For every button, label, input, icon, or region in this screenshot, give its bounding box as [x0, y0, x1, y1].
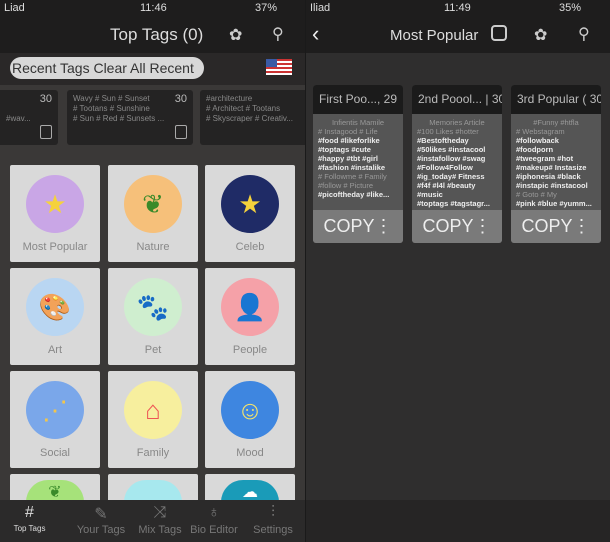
battery: 35% [559, 2, 582, 14]
person-icon: 👤 [221, 278, 279, 336]
bottom-bar [306, 500, 610, 542]
tab-mix-tags[interactable]: ⤨ Mix Tags [132, 504, 188, 536]
paw-icon: 🐾 [124, 278, 182, 336]
star-icon: ★ [26, 175, 84, 233]
copy-button[interactable]: COPY⋮ [313, 210, 403, 243]
house-icon: ⌂ [124, 381, 182, 439]
instagram-icon[interactable] [491, 25, 507, 41]
leaf-icon: ❦ [124, 175, 182, 233]
category-label: Art [47, 344, 63, 356]
search-icon[interactable]: ⚲ [272, 24, 284, 44]
category-tile[interactable]: 🎨 Art [10, 268, 100, 365]
card-tags: #Funny #htfla # Webstagram #followback #foo… [516, 118, 592, 208]
share-icon: ⋰ [26, 381, 84, 439]
category-tile[interactable] [108, 474, 198, 502]
card-header: 2nd Poool... | 30 [412, 85, 502, 114]
recent-card[interactable]: 30 #wav... [0, 90, 58, 145]
clock: 11:49 [444, 2, 471, 14]
category-label: Nature [136, 241, 170, 253]
category-tile[interactable]: ❦ Nature [108, 165, 198, 262]
back-icon[interactable]: ‹ [312, 21, 319, 47]
category-label: Family [136, 447, 170, 459]
blank-icon [124, 480, 182, 502]
top-tags-screen: Liad 11:46 37% Top Tags (0) ✿ ⚲ Recent T… [0, 0, 305, 542]
category-tile[interactable]: ❦ [10, 474, 100, 502]
carrier: Liad [4, 2, 25, 14]
copy-button[interactable]: COPY⋮ [412, 210, 502, 243]
card-tags: Infientis Mamile # Instagood # Life #food … [318, 118, 390, 199]
category-label: People [232, 344, 268, 356]
category-tile[interactable]: ★ Most Popular [10, 165, 100, 262]
tab-your-tags[interactable]: ✎ Your Tags [72, 504, 130, 536]
recent-card[interactable]: 30 #architecture# Architect # Tootans# S… [200, 90, 305, 145]
popular-card: 2nd Poool... | 30 Memories Article #100 Li… [412, 85, 502, 243]
card-header: 3rd Popular ( 30 [511, 85, 601, 114]
category-tile[interactable]: 👤 People [205, 268, 295, 365]
nav-bar: Top Tags (0) ✿ ⚲ [0, 17, 305, 53]
category-label: Celeb [235, 241, 265, 253]
copy-icon[interactable] [175, 125, 187, 139]
carrier: Iliad [310, 2, 331, 14]
palette-icon: 🎨 [26, 278, 84, 336]
status-bar: Liad 11:46 37% [0, 0, 305, 17]
search-icon[interactable]: ⚲ [578, 24, 590, 44]
category-label: Pet [144, 344, 162, 356]
us-flag-icon[interactable] [266, 59, 292, 75]
category-label: Mood [236, 447, 264, 459]
leaf-icon: ❦ [26, 480, 84, 502]
category-tile[interactable]: ☺ Mood [205, 371, 295, 468]
smiley-icon: ☺ [221, 381, 279, 439]
bug-icon[interactable]: ✿ [534, 25, 547, 45]
bug-icon[interactable]: ✿ [229, 25, 242, 45]
more-icon: ⋮ [473, 216, 492, 236]
clear-recent-button[interactable]: Recent Tags Clear All Recent [10, 57, 204, 79]
category-tile[interactable]: ★ Celeb [205, 165, 295, 262]
category-tile[interactable]: ☁ [205, 474, 295, 502]
copy-button[interactable]: COPY⋮ [511, 210, 601, 243]
page-title: Most Popular [390, 27, 479, 44]
more-icon: ⋮ [374, 216, 393, 236]
category-tile[interactable]: ⋰ Social [10, 371, 100, 468]
shuffle-icon: ⤨ [153, 504, 167, 521]
page-title: Top Tags (0) [110, 25, 204, 44]
hashtag-icon: # [25, 504, 34, 521]
most-popular-screen: Iliad 11:49 35% ‹ Most Popular ✿ ⚲ First… [306, 0, 610, 542]
category-label: Social [40, 447, 70, 459]
nav-bar: ‹ Most Popular ✿ ⚲ [306, 17, 610, 53]
clock: 11:46 [140, 2, 167, 14]
battery: 37% [255, 2, 278, 14]
more-icon: ⋮ [572, 216, 591, 236]
tab-bio-editor[interactable]: ♁ Bio Editor [188, 504, 240, 536]
card-header: First Poo..., 29 [313, 85, 403, 114]
star-icon: ★ [221, 175, 279, 233]
sliders-icon: ⫶ [270, 504, 275, 521]
recent-card[interactable]: 30 Wavy # Sun # Sunset # Tootans # Sunshi… [67, 90, 193, 145]
cloud-icon: ☁ [221, 480, 279, 502]
person-icon: ♁ [208, 504, 220, 521]
tab-top-tags[interactable]: # Top Tags [2, 504, 57, 533]
category-label: Most Popular [22, 241, 88, 253]
category-tile[interactable]: ⌂ Family [108, 371, 198, 468]
tab-settings[interactable]: ⫶ Settings [248, 504, 298, 536]
pencil-icon: ✎ [94, 506, 108, 523]
status-bar: Iliad 11:49 35% [306, 0, 610, 17]
recent-bar: Recent Tags Clear All Recent [0, 53, 305, 85]
copy-icon[interactable] [40, 125, 52, 139]
category-tile[interactable]: 🐾 Pet [108, 268, 198, 365]
card-tags: Memories Article #100 Likes #hotter #Besto… [417, 118, 490, 208]
popular-card: First Poo..., 29 Infientis Mamile # Instag… [313, 85, 403, 243]
popular-card: 3rd Popular ( 30 #Funny #htfla # Webstagra… [511, 85, 601, 243]
tab-bar: # Top Tags ✎ Your Tags ⤨ Mix Tags ♁ Bio Edit… [0, 500, 305, 542]
